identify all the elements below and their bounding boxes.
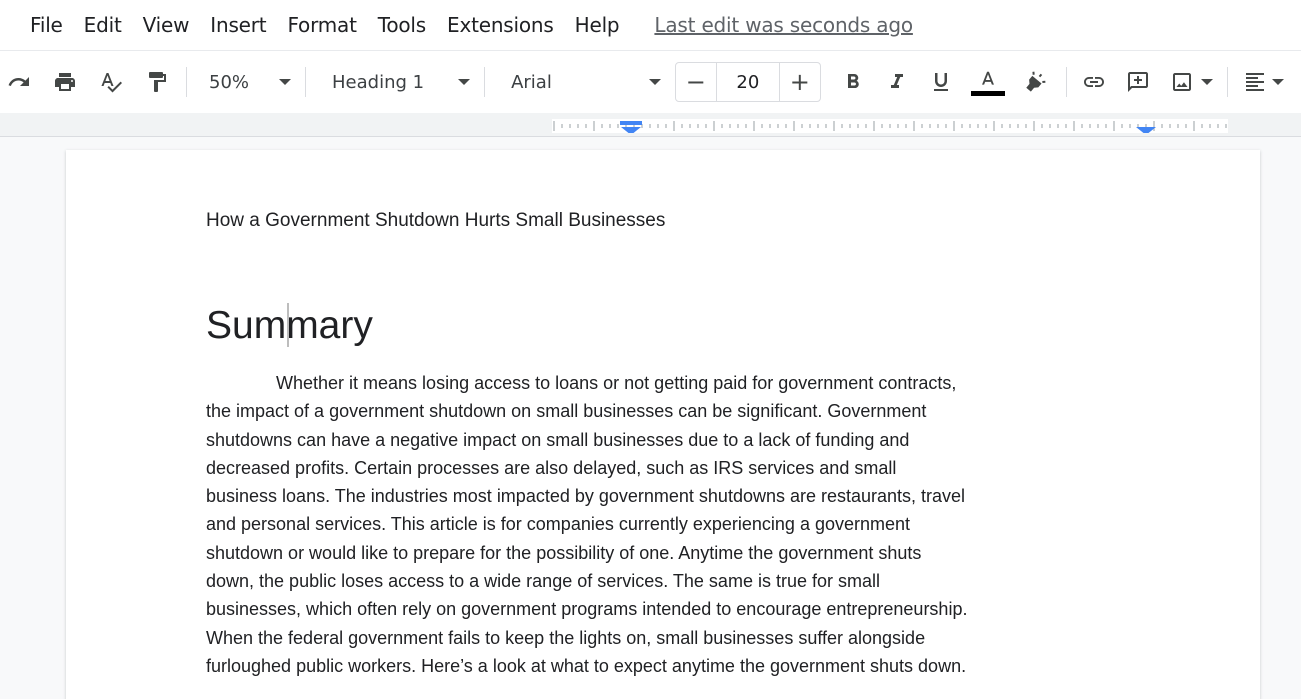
first-line-indent-marker[interactable] bbox=[620, 121, 642, 125]
body-line: businesses, which often rely on governme… bbox=[206, 599, 968, 620]
zoom-dropdown[interactable]: 50% bbox=[209, 62, 292, 102]
font-dropdown[interactable]: Arial bbox=[511, 62, 661, 102]
body-line: the impact of a government shutdown on s… bbox=[206, 401, 927, 422]
document-title-text: How a Government Shutdown Hurts Small Bu… bbox=[206, 210, 666, 231]
toolbar-divider bbox=[186, 67, 187, 97]
menu-edit[interactable]: Edit bbox=[84, 13, 122, 37]
font-size-stepper: − 20 + bbox=[674, 62, 821, 102]
ruler-bar bbox=[0, 113, 1301, 137]
italic-icon[interactable] bbox=[882, 67, 912, 97]
menu-view[interactable]: View bbox=[143, 13, 190, 37]
heading-summary: Summary bbox=[206, 304, 373, 347]
style-value: Heading 1 bbox=[332, 71, 425, 93]
menu-help[interactable]: Help bbox=[575, 13, 620, 37]
document-body: Whether it means losing access to loans … bbox=[206, 369, 1126, 680]
print-icon[interactable] bbox=[50, 67, 80, 97]
paint-format-icon[interactable] bbox=[142, 67, 172, 97]
chevron-down-icon bbox=[458, 79, 471, 85]
style-dropdown[interactable]: Heading 1 bbox=[332, 62, 471, 102]
bold-icon[interactable] bbox=[838, 67, 868, 97]
toolbar-divider bbox=[1065, 67, 1067, 97]
insert-image-icon[interactable] bbox=[1167, 67, 1197, 97]
body-line: shutdown or would like to prepare for th… bbox=[206, 542, 922, 563]
document-page[interactable]: How a Government Shutdown Hurts Small Bu… bbox=[66, 150, 1260, 699]
link-icon[interactable] bbox=[1079, 67, 1109, 97]
font-value: Arial bbox=[511, 71, 552, 93]
body-line: business loans. The industries most impa… bbox=[206, 486, 966, 507]
chevron-down-icon[interactable] bbox=[1271, 79, 1284, 85]
highlight-icon[interactable] bbox=[1020, 67, 1050, 97]
text-color-icon[interactable] bbox=[970, 64, 1006, 100]
increase-font-size-button[interactable]: + bbox=[780, 63, 820, 101]
body-line: When the federal government fails to kee… bbox=[206, 627, 926, 648]
menu-file[interactable]: File bbox=[30, 13, 63, 37]
toolbar-divider bbox=[305, 67, 307, 97]
menu-extensions[interactable]: Extensions bbox=[447, 13, 554, 37]
menu-bar: File Edit View Insert Format Tools Exten… bbox=[0, 0, 1301, 50]
zoom-value: 50% bbox=[209, 71, 250, 93]
menu-format[interactable]: Format bbox=[287, 13, 356, 37]
body-line: shutdowns can have a negative impact on … bbox=[206, 429, 910, 450]
menu-tools[interactable]: Tools bbox=[378, 13, 426, 37]
toolbar-divider bbox=[484, 67, 486, 97]
chevron-down-icon[interactable] bbox=[1200, 79, 1213, 85]
body-line: furloughed public workers. Here’s a look… bbox=[206, 655, 967, 676]
horizontal-ruler bbox=[552, 119, 1228, 133]
align-icon[interactable] bbox=[1240, 67, 1270, 97]
text-cursor bbox=[287, 303, 289, 347]
body-line: Whether it means losing access to loans … bbox=[276, 373, 957, 393]
text-color-swatch bbox=[970, 90, 1005, 96]
body-line: decreased profits. Certain processes are… bbox=[206, 457, 897, 478]
font-size-input[interactable]: 20 bbox=[715, 63, 780, 101]
spellcheck-icon[interactable] bbox=[96, 67, 126, 97]
body-line: down, the public loses access to a wide … bbox=[206, 571, 880, 592]
chevron-down-icon bbox=[648, 79, 661, 85]
last-edit-link[interactable]: Last edit was seconds ago bbox=[654, 13, 913, 37]
toolbar: 50% Heading 1 Arial − 20 + bbox=[0, 50, 1301, 113]
add-comment-icon[interactable] bbox=[1123, 67, 1153, 97]
decrease-font-size-button[interactable]: − bbox=[676, 63, 716, 101]
redo-icon[interactable] bbox=[4, 67, 34, 97]
chevron-down-icon bbox=[279, 79, 292, 85]
underline-icon[interactable] bbox=[926, 67, 956, 97]
toolbar-divider bbox=[1226, 67, 1228, 97]
body-line: and personal services. This article is f… bbox=[206, 514, 911, 535]
menu-insert[interactable]: Insert bbox=[210, 13, 266, 37]
